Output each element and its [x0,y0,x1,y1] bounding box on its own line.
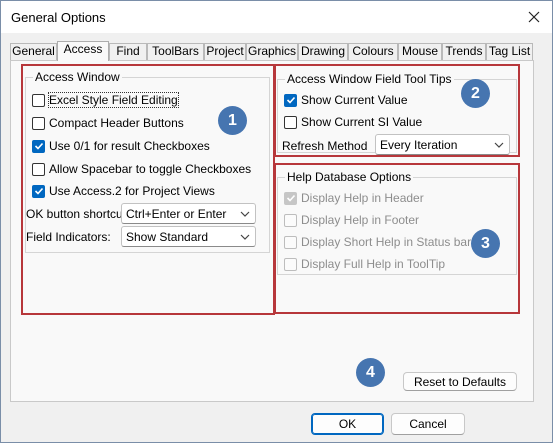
checkmark-icon [34,142,43,150]
dropdown-value: Show Standard [126,229,209,244]
checkbox-label: Show Current Value [301,93,408,107]
tab-drawing[interactable]: Drawing [298,43,348,60]
field-indicators-dropdown[interactable]: Show Standard [121,226,256,247]
general-options-dialog: General Options General Access Find Tool… [0,0,553,443]
title-bar: General Options [1,1,552,33]
help-database-group: Help Database Options Display Help in He… [277,170,517,275]
checkbox[interactable] [32,93,45,107]
close-button[interactable] [522,5,546,29]
group-title: Access Window [33,70,122,84]
checkbox[interactable] [284,93,297,107]
callout-badge-4: 4 [356,358,385,387]
callout-badge-1: 1 [218,106,247,135]
checkbox-label: Allow Spacebar to toggle Checkboxes [49,162,252,176]
checkbox[interactable] [32,184,45,198]
checkbox-label: Display Help in Footer [301,213,420,227]
checkbox-label: Display Help in Header [301,191,424,205]
checkbox-label: Compact Header Buttons [49,116,184,130]
tab-find[interactable]: Find [109,43,147,60]
ok-button[interactable]: OK [311,413,384,435]
checkbox-label: Excel Style Field Editing [48,92,179,108]
group-title: Access Window Field Tool Tips [285,72,454,86]
dropdown-value: Ctrl+Enter or Enter [126,206,227,221]
tab-toolbars[interactable]: ToolBars [147,43,204,60]
help-in-footer-checkbox-row[interactable]: Display Help in Footer [284,211,419,229]
dropdown-value: Every Iteration [380,137,458,152]
checkbox-label: Use Access.2 for Project Views [49,184,215,198]
checkbox-label: Use 0/1 for result Checkboxes [49,139,210,153]
checkbox[interactable] [32,139,45,153]
checkmark-icon [34,187,43,195]
tab-tag-list[interactable]: Tag List [486,43,533,60]
short-help-status-bar-checkbox-row[interactable]: Display Short Help in Status bar [284,233,471,251]
show-current-value-checkbox-row[interactable]: Show Current Value [284,91,408,109]
excel-style-checkbox-row[interactable]: Excel Style Field Editing [32,91,179,109]
ok-shortcut-dropdown[interactable]: Ctrl+Enter or Enter [121,203,256,224]
checkbox[interactable] [284,115,297,129]
show-current-si-checkbox-row[interactable]: Show Current SI Value [284,113,422,131]
checkbox[interactable] [284,257,297,271]
cancel-button[interactable]: Cancel [391,413,465,435]
use-01-checkbox-row[interactable]: Use 0/1 for result Checkboxes [32,137,210,155]
tab-colours[interactable]: Colours [348,43,398,60]
tab-project[interactable]: Project [204,43,246,60]
tab-mouse[interactable]: Mouse [398,43,442,60]
checkbox[interactable] [32,116,45,130]
callout-badge-2: 2 [461,79,490,108]
tab-access[interactable]: Access [57,41,109,61]
use-access2-checkbox-row[interactable]: Use Access.2 for Project Views [32,182,215,200]
tab-general[interactable]: General [10,43,57,60]
chevron-down-icon [240,211,250,217]
checkbox-label: Display Full Help in ToolTip [301,257,446,271]
refresh-method-label: Refresh Method [282,139,368,153]
ok-shortcut-label: OK button shortcut: [26,207,130,221]
callout-badge-3: 3 [471,229,500,258]
refresh-method-dropdown[interactable]: Every Iteration [375,134,510,155]
checkmark-icon [286,96,295,104]
checkbox[interactable] [284,213,297,227]
close-icon [528,11,540,23]
field-indicators-label: Field Indicators: [26,230,111,244]
checkbox-label: Show Current SI Value [301,115,423,129]
checkmark-icon [286,194,295,202]
window-title: General Options [11,10,106,25]
checkbox-label: Display Short Help in Status bar [301,235,472,249]
checkbox[interactable] [284,191,297,205]
reset-to-defaults-button[interactable]: Reset to Defaults [403,372,517,391]
checkbox[interactable] [284,235,297,249]
chevron-down-icon [240,234,250,240]
allow-spacebar-checkbox-row[interactable]: Allow Spacebar to toggle Checkboxes [32,160,251,178]
tab-trends[interactable]: Trends [442,43,486,60]
chevron-down-icon [494,142,504,148]
tab-graphics[interactable]: Graphics [246,43,298,60]
full-help-tooltip-checkbox-row[interactable]: Display Full Help in ToolTip [284,255,445,273]
help-in-header-checkbox-row[interactable]: Display Help in Header [284,189,424,207]
access-tab-panel: Access Window Excel Style Field Editing … [10,60,534,402]
group-title: Help Database Options [285,170,414,184]
compact-header-checkbox-row[interactable]: Compact Header Buttons [32,114,184,132]
checkbox[interactable] [32,162,45,176]
